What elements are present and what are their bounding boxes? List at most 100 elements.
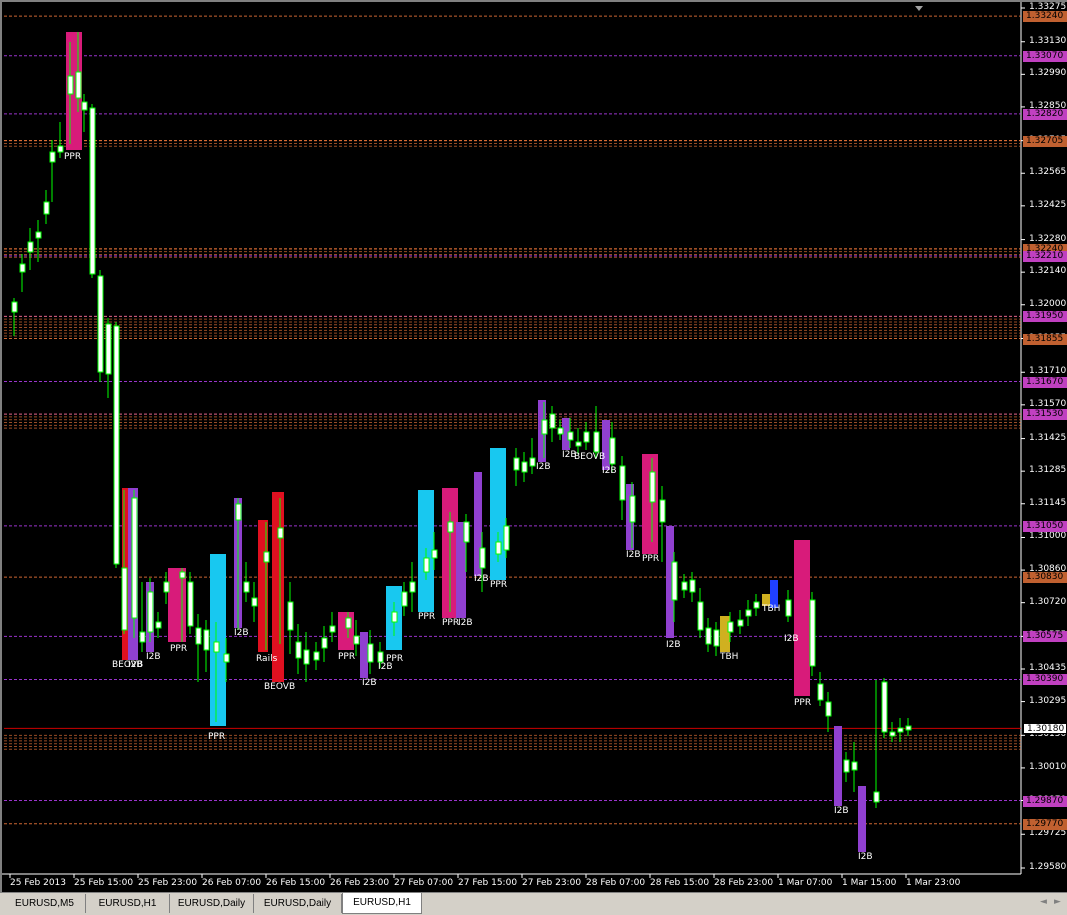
price-axis-label: 1.32000 [1029, 298, 1067, 309]
candle-body [889, 731, 896, 737]
pattern-label: I2B [146, 652, 161, 662]
chart-shift-marker-icon[interactable] [915, 6, 923, 11]
time-axis-label: 27 Feb 15:00 [458, 878, 518, 888]
price-level-tag: 1.30575 [1023, 631, 1067, 643]
candle-body [287, 601, 294, 631]
candle-body [745, 609, 752, 617]
tab-eurusd-daily-2[interactable]: EURUSD,Daily [254, 894, 342, 913]
pattern-label: PPR [794, 698, 812, 708]
price-axis-label: 1.30295 [1029, 695, 1067, 706]
candle-body [139, 631, 146, 643]
price-level-tag: 1.30830 [1023, 572, 1067, 584]
candle-body [295, 641, 302, 659]
pattern-label: PPR [386, 654, 404, 664]
time-axis-label: 27 Feb 23:00 [522, 878, 582, 888]
candle-body [35, 231, 42, 239]
candle-body [277, 527, 284, 539]
pattern-highlight-bar [168, 568, 186, 642]
candle-body [11, 301, 18, 313]
time-axis-label: 26 Feb 23:00 [330, 878, 390, 888]
chart-window[interactable]: 1.332751.331301.329901.328501.327051.325… [0, 0, 1067, 892]
price-level-tag: 1.31050 [1023, 520, 1067, 532]
pattern-highlight-bar [794, 540, 810, 696]
price-chart[interactable] [2, 2, 1065, 892]
candle-body [873, 791, 880, 803]
candle-body [243, 581, 250, 593]
candle-body [113, 325, 120, 565]
tab-eurusd-daily[interactable]: EURUSD,Daily [170, 894, 254, 913]
price-axis-label: 1.32425 [1029, 199, 1067, 210]
pattern-label: BEOVB [264, 682, 296, 692]
candle-body [567, 431, 574, 441]
candle-body [391, 611, 398, 623]
pattern-highlight-bar [602, 420, 610, 470]
candle-body [105, 323, 112, 375]
candle-body [557, 427, 564, 435]
pattern-label: PPR [490, 580, 508, 590]
candle-body [689, 579, 696, 593]
candle-body [409, 581, 416, 593]
price-axis-label: 1.30010 [1029, 761, 1067, 772]
price-axis-label: 1.31000 [1029, 531, 1067, 542]
candle-body [27, 241, 34, 253]
candle-body [649, 471, 656, 503]
time-axis-label: 25 Feb 2013 [10, 878, 67, 888]
candle-body [377, 651, 384, 663]
scroll-right-icon[interactable]: ► [1054, 897, 1061, 907]
candle-body [713, 629, 720, 647]
pattern-label: I2B [458, 618, 473, 628]
time-axis-label: 1 Mar 15:00 [842, 878, 897, 888]
pattern-label: BEOVB [574, 452, 606, 462]
tab-eurusd-h1-active[interactable]: EURUSD,H1 [342, 893, 422, 914]
pattern-label: TBH [720, 652, 739, 662]
price-level-tag: 1.32210 [1023, 250, 1067, 262]
pattern-label: I2B [626, 550, 641, 560]
candle-body [195, 627, 202, 645]
time-axis-label: 26 Feb 07:00 [202, 878, 262, 888]
candle-body [447, 521, 454, 533]
price-level-tag: 1.29770 [1023, 818, 1067, 830]
candle-body [727, 621, 734, 633]
price-level-tag: 1.32705 [1023, 135, 1067, 147]
time-axis-label: 28 Feb 23:00 [714, 878, 774, 888]
pattern-label: I2B [602, 466, 617, 476]
price-axis-label: 1.31285 [1029, 465, 1067, 476]
price-level-tag: 1.33240 [1023, 11, 1067, 23]
candle-body [97, 275, 104, 373]
pattern-label: I2B [234, 628, 249, 638]
candle-body [495, 541, 502, 555]
price-axis-label: 1.29725 [1029, 828, 1067, 839]
candle-body [313, 651, 320, 661]
pattern-label: I2B [536, 462, 551, 472]
tab-eurusd-m5[interactable]: EURUSD,M5 [4, 894, 86, 913]
tab-eurusd-h1[interactable]: EURUSD,H1 [86, 894, 170, 913]
candle-body [329, 625, 336, 633]
pattern-label: I2B [474, 574, 489, 584]
candle-body [353, 635, 360, 645]
candle-body [549, 413, 556, 429]
candle-body [897, 727, 904, 733]
pattern-label: I2B [128, 660, 143, 670]
candle-body [785, 599, 792, 617]
price-axis-label: 1.29580 [1029, 862, 1067, 872]
candle-body [213, 641, 220, 653]
candle-body [503, 525, 510, 551]
price-level-tag: 1.30390 [1023, 674, 1067, 686]
candle-body [671, 561, 678, 601]
candle-body [629, 495, 636, 523]
candle-body [609, 437, 616, 465]
candle-body [593, 431, 600, 453]
price-level-tag: 1.31670 [1023, 376, 1067, 388]
candle-body [345, 617, 352, 629]
candle-body [681, 581, 688, 591]
candle-body [81, 101, 88, 111]
candle-body [147, 591, 154, 633]
candle-body [541, 419, 548, 435]
candle-body [75, 71, 82, 99]
pattern-label: I2B [362, 678, 377, 688]
scroll-left-icon[interactable]: ◄ [1040, 897, 1047, 907]
candle-body [431, 549, 438, 559]
price-axis-label: 1.31145 [1029, 497, 1067, 508]
pattern-label: I2B [858, 852, 873, 862]
pattern-label: I2B [834, 806, 849, 816]
